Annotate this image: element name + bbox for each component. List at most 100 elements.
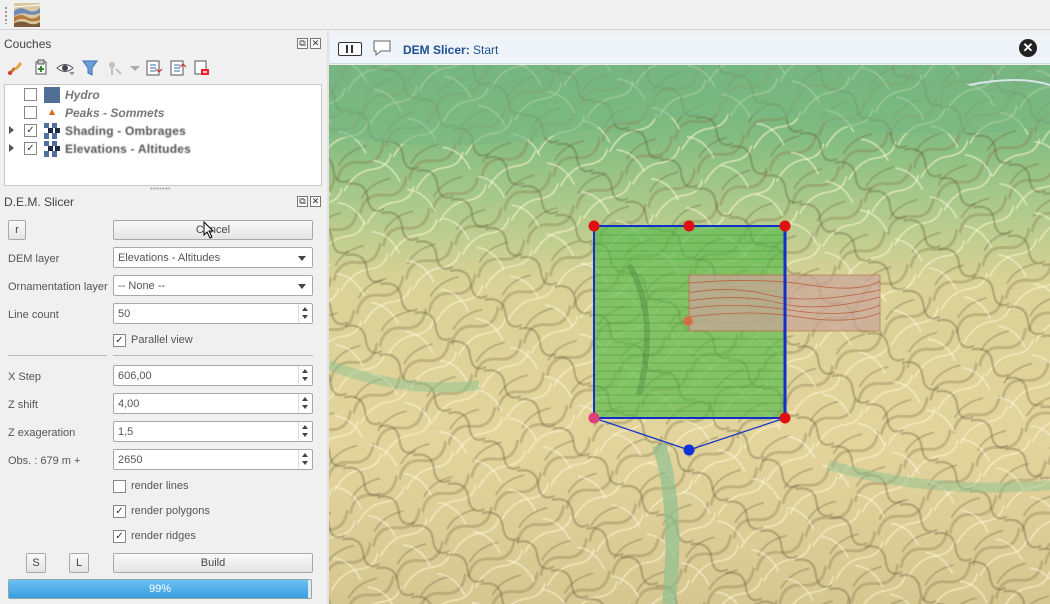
spin-arrows[interactable] [298, 394, 312, 413]
float-icon[interactable]: ⧉ [297, 196, 308, 207]
corner-handle[interactable] [588, 412, 600, 424]
render-polygons-checkbox[interactable]: ✓ [113, 505, 126, 518]
toolbar-grip[interactable] [4, 6, 8, 24]
spin-down-icon[interactable] [302, 315, 308, 319]
style-brush-icon[interactable] [6, 59, 24, 77]
dem-slicer-plugin-icon[interactable] [14, 3, 40, 27]
spin-arrows[interactable] [298, 304, 312, 323]
expand-arrow-icon[interactable] [9, 144, 14, 152]
spin-up-icon[interactable] [302, 425, 308, 429]
spin-value: 2650 [118, 454, 143, 466]
spin-up-icon[interactable] [302, 453, 308, 457]
spin-arrows[interactable] [298, 422, 312, 441]
speech-bubble-icon[interactable] [372, 39, 392, 57]
filter-by-expression-icon[interactable] [106, 59, 124, 77]
layer-row-peaks[interactable]: Peaks - Sommets [5, 104, 321, 122]
peak-marker-icon [49, 109, 55, 115]
x-step-spinbox[interactable]: 606,00 [113, 365, 313, 386]
spin-down-icon[interactable] [302, 433, 308, 437]
expand-arrow-icon[interactable] [9, 126, 14, 134]
ornamentation-layer-label: Ornamentation layer [8, 281, 108, 293]
float-icon[interactable]: ⧉ [297, 38, 308, 49]
spin-down-icon[interactable] [302, 377, 308, 381]
corner-handle[interactable] [779, 220, 791, 232]
spin-down-icon[interactable] [302, 405, 308, 409]
spin-arrows[interactable] [298, 366, 312, 385]
observer-handle[interactable] [683, 444, 695, 456]
separator [113, 355, 313, 356]
pause-icon[interactable] [338, 42, 362, 56]
expand-all-icon[interactable] [144, 59, 162, 77]
dem-layer-label: DEM layer [8, 253, 60, 265]
spin-up-icon[interactable] [302, 307, 308, 311]
render-lines-checkbox[interactable] [113, 480, 126, 493]
mouse-cursor-icon [203, 221, 215, 239]
ornamentation-layer-combo[interactable]: -- None -- [113, 275, 313, 296]
add-group-icon[interactable] [32, 59, 50, 77]
map-bar-title: DEM Slicer: Start [403, 43, 498, 57]
close-icon[interactable]: ✕ [310, 38, 321, 49]
dem-dock-buttons: ⧉ ✕ [295, 195, 321, 207]
corner-handle[interactable] [588, 220, 600, 232]
visibility-eye-icon[interactable] [56, 59, 74, 77]
progress-bar: 99% [8, 579, 312, 599]
collapse-all-icon[interactable] [168, 59, 186, 77]
corner-handle[interactable] [779, 412, 791, 424]
layer-visibility-checkbox[interactable] [24, 88, 37, 101]
separator [8, 355, 107, 356]
obs-spinbox[interactable]: 2650 [113, 449, 313, 470]
s-button[interactable]: S [26, 553, 46, 573]
combo-value: Elevations - Altitudes [118, 252, 221, 264]
layer-label: Shading - Ombrages [65, 124, 186, 138]
line-count-spinbox[interactable]: 50 [113, 303, 313, 324]
layer-visibility-checkbox[interactable]: ✓ [24, 124, 37, 137]
layer-label: Hydro [65, 88, 100, 102]
layer-row-shading[interactable]: ✓ Shading - Ombrages [5, 122, 321, 140]
spin-value: 50 [118, 308, 131, 320]
panel-splitter-handle[interactable] [150, 187, 170, 190]
edge-handle[interactable] [683, 220, 695, 232]
render-ridges-checkbox[interactable]: ✓ [113, 530, 126, 543]
layer-row-hydro[interactable]: Hydro [5, 86, 321, 104]
close-icon[interactable]: ✕ [310, 196, 321, 207]
spin-up-icon[interactable] [302, 369, 308, 373]
terrain-map[interactable] [329, 65, 1050, 604]
dem-layer-combo[interactable]: Elevations - Altitudes [113, 247, 313, 268]
close-message-button[interactable]: ✕ [1019, 39, 1037, 57]
layer-visibility-checkbox[interactable]: ✓ [24, 142, 37, 155]
spin-value: 1,5 [118, 426, 134, 438]
parallel-view-label: Parallel view [131, 334, 193, 346]
build-button[interactable]: Build [113, 553, 313, 573]
layers-panel-title: Couches [4, 37, 52, 51]
left-dock-panel: Couches ⧉ ✕ Hydro Peaks - Sommets ✓ Shadi… [0, 31, 327, 604]
raster-layer-icon [44, 123, 60, 139]
main-toolbar [0, 0, 1050, 30]
spin-arrows[interactable] [298, 450, 312, 469]
dropdown-arrow-icon[interactable] [126, 59, 144, 77]
layer-label: Peaks - Sommets [65, 106, 165, 120]
obs-label: Obs. : 679 m + [8, 455, 81, 467]
layers-dock-buttons: ⧉ ✕ [295, 37, 321, 49]
parallel-view-checkbox[interactable]: ✓ [113, 334, 126, 347]
spin-value: 4,00 [118, 398, 140, 410]
map-bar-title-rest: Start [469, 43, 499, 57]
r-button[interactable]: r [8, 220, 26, 240]
spin-down-icon[interactable] [302, 461, 308, 465]
chevron-down-icon [298, 284, 306, 289]
render-ridges-label: render ridges [131, 530, 196, 542]
chevron-down-icon [298, 256, 306, 261]
render-polygons-label: render polygons [131, 505, 210, 517]
layer-tree: Hydro Peaks - Sommets ✓ Shading - Ombrag… [4, 84, 322, 186]
layer-visibility-checkbox[interactable] [24, 106, 37, 119]
l-button[interactable]: L [69, 553, 89, 573]
layer-row-elevations[interactable]: ✓ Elevations - Altitudes [5, 140, 321, 158]
filter-icon[interactable] [81, 59, 99, 77]
dem-panel-title: D.E.M. Slicer [4, 195, 75, 209]
spin-up-icon[interactable] [302, 397, 308, 401]
z-shift-spinbox[interactable]: 4,00 [113, 393, 313, 414]
map-canvas[interactable] [329, 65, 1050, 604]
line-count-label: Line count [8, 309, 59, 321]
remove-layer-icon[interactable] [192, 59, 210, 77]
raster-layer-icon [44, 141, 60, 157]
z-exageration-spinbox[interactable]: 1,5 [113, 421, 313, 442]
